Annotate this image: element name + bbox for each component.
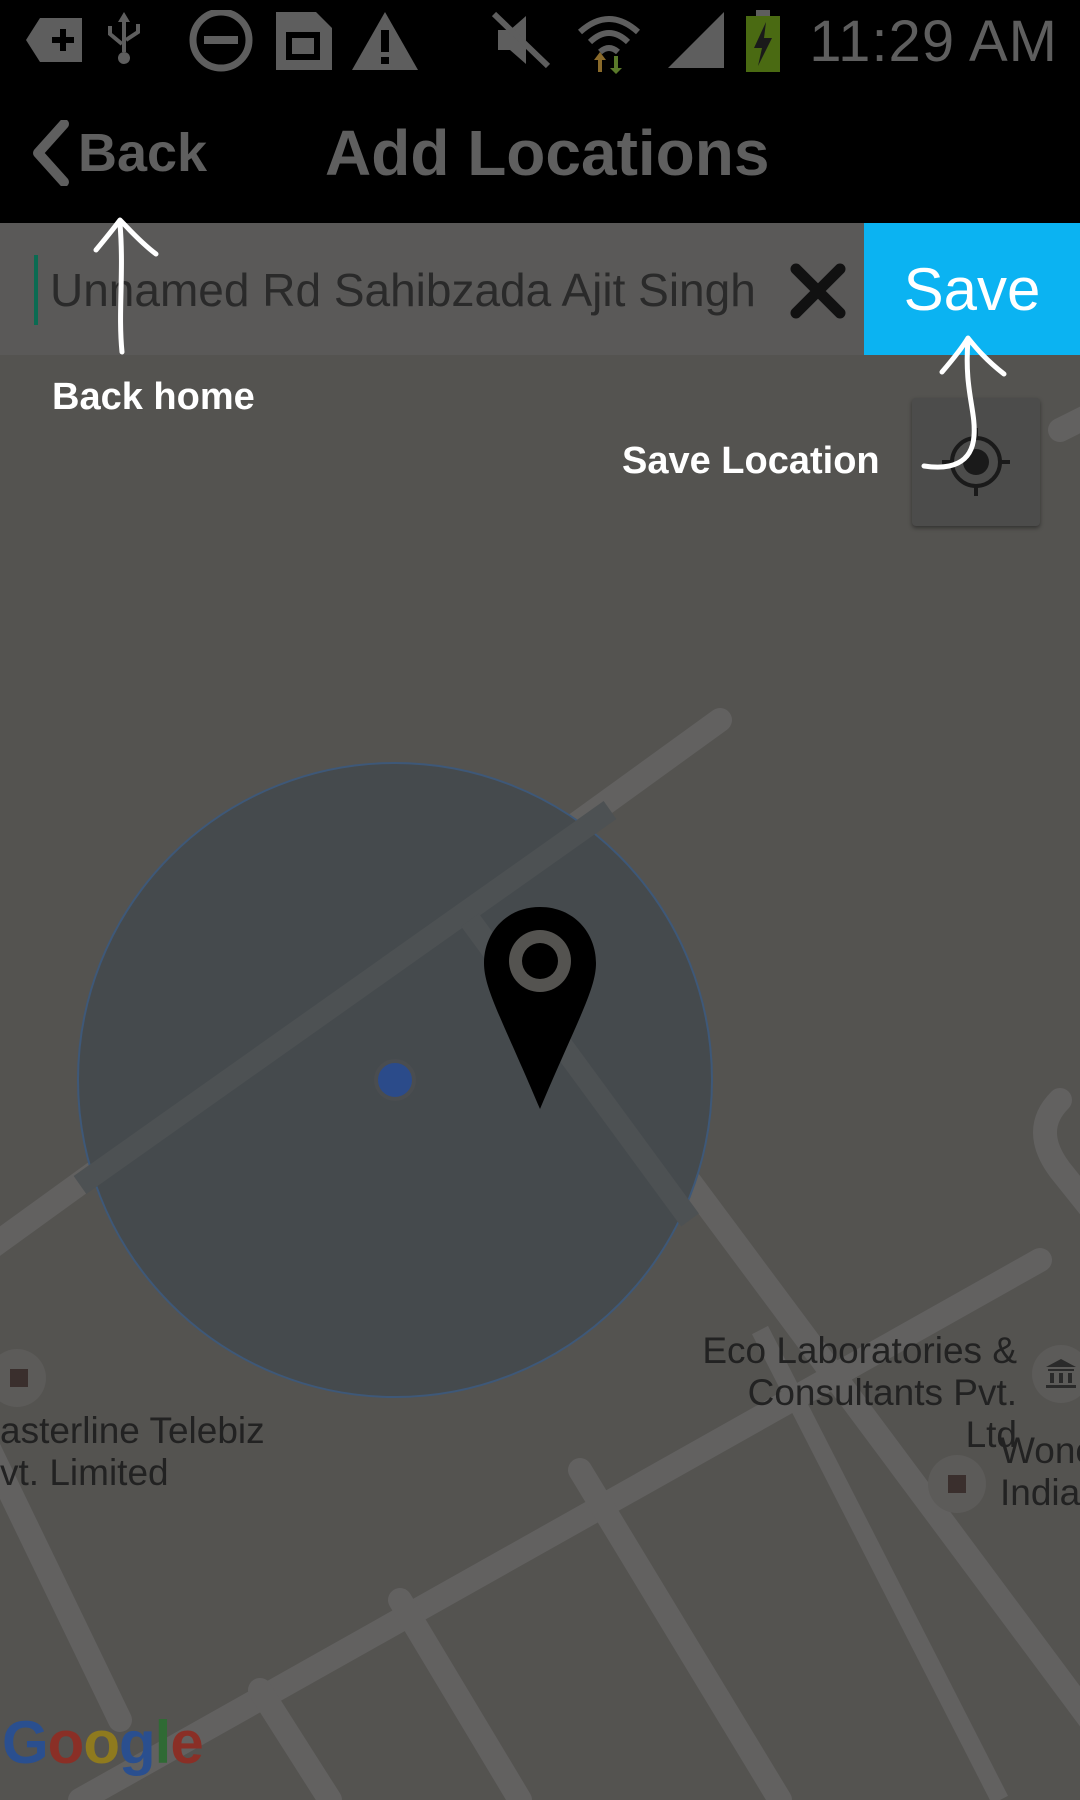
poi-label-line: India [1000,1472,1080,1513]
back-button[interactable]: Back [30,118,207,188]
back-hint-label: Back home [52,376,255,418]
poi-label-line: vt. Limited [0,1452,169,1493]
clear-icon[interactable] [786,259,850,323]
battery-charging-icon [746,10,780,72]
save-hint-arrow [921,335,1007,470]
location-pin-icon[interactable] [484,907,596,1111]
chevron-left-icon [33,120,69,186]
page-title: Add Locations [325,117,770,189]
usb-icon [108,12,140,64]
status-time: 11:29 AM [809,9,1058,74]
google-logo: Google [2,1709,204,1776]
poi-label-line: Wonc [1000,1430,1080,1471]
back-hint-arrow [93,217,159,355]
status-bar: 11:29 AM [0,0,1080,80]
sim-card-icon [276,12,332,70]
mute-icon [491,11,551,69]
museum-icon [1032,1345,1080,1403]
do-not-disturb-icon [189,10,253,72]
back-label: Back [78,123,208,183]
poi-marker-icon [928,1455,986,1513]
add-icon [26,18,82,62]
signal-icon [668,12,724,68]
poi-label-line: asterline Telebiz [0,1410,265,1451]
poi-label-line: Eco Laboratories & [702,1330,1017,1371]
poi-label-line: Consultants Pvt. Ltd [747,1372,1017,1455]
wifi-icon [577,16,641,74]
map-view[interactable]: Eco Laboratories & Consultants Pvt. Ltd … [0,355,1080,1800]
save-hint-label: Save Location [622,440,880,482]
warning-icon [352,12,418,70]
app-bar: Back Add Locations [0,80,1080,223]
